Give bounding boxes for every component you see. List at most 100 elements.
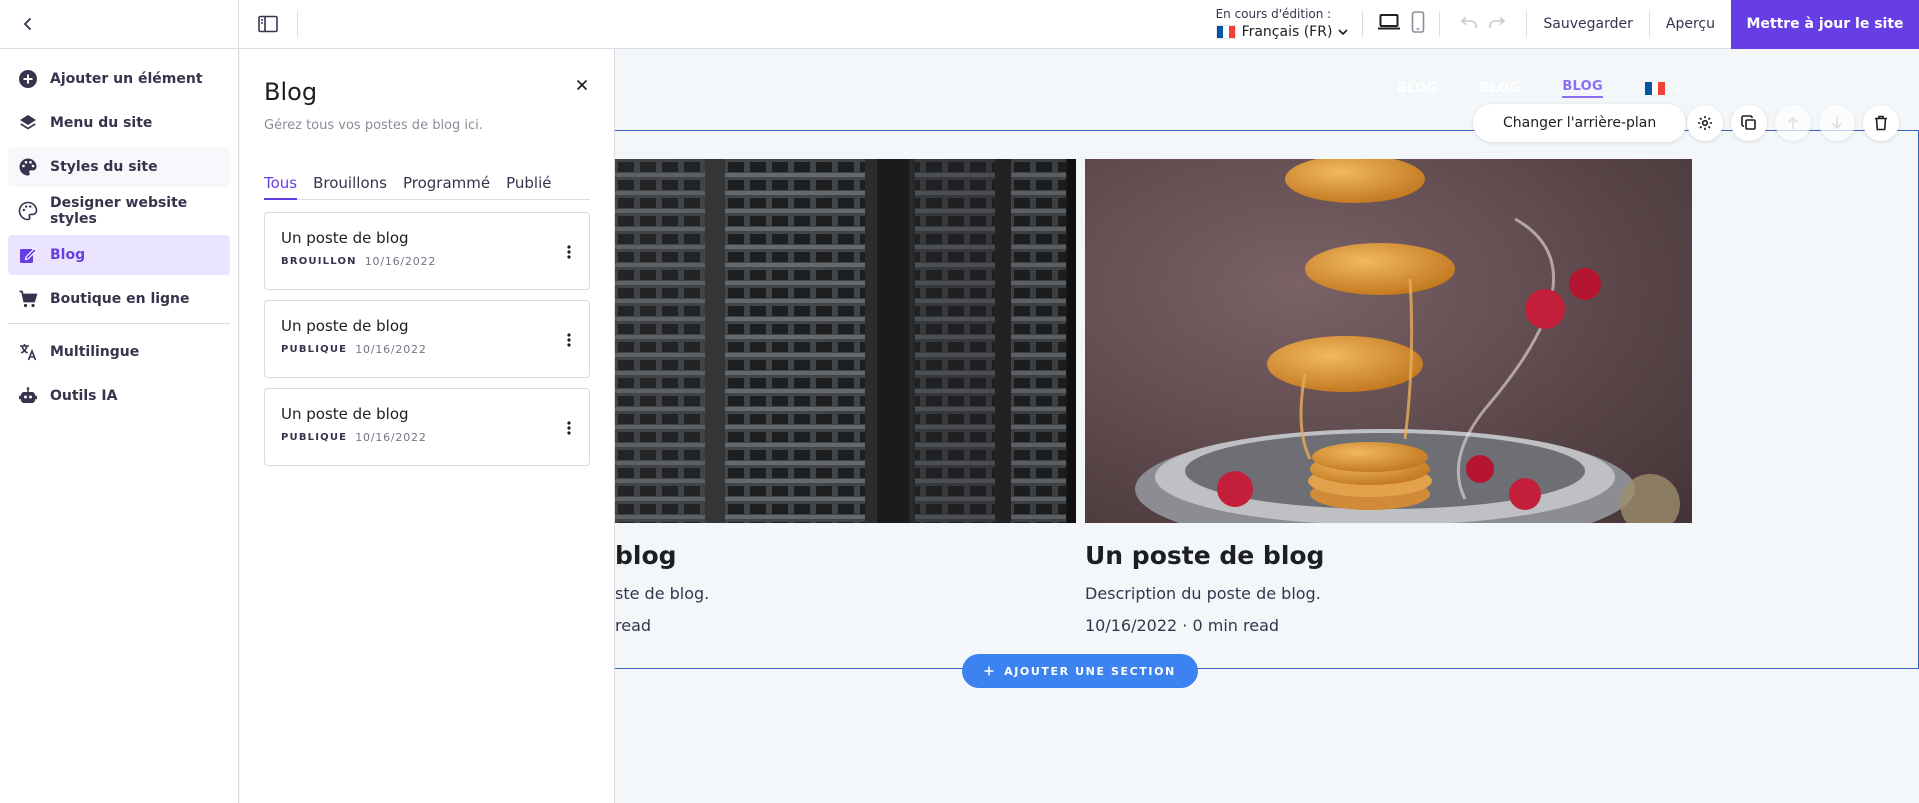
publish-button[interactable]: Mettre à jour le site <box>1731 0 1919 49</box>
back-button[interactable] <box>0 0 238 49</box>
preview-button[interactable]: Aperçu <box>1650 0 1731 48</box>
post-date: 10/16/2022 <box>355 431 427 444</box>
list-item[interactable]: Un poste de blog PUBLIQUE 10/16/2022 <box>264 300 590 378</box>
mobile-view-button[interactable] <box>1411 11 1425 37</box>
nav-link-current[interactable]: BLOG <box>1562 79 1603 98</box>
palette-icon <box>18 157 38 177</box>
blog-card-meta: 10/16/2022 · 0 min read <box>1085 616 1280 635</box>
redo-icon <box>1489 16 1506 28</box>
blog-card-image-pancakes[interactable] <box>1085 159 1692 523</box>
sidebar-item-label: Styles du site <box>50 159 158 175</box>
move-section-down-button[interactable] <box>1819 105 1855 141</box>
editing-caption: En cours d'édition : <box>1215 6 1332 21</box>
laptop-icon <box>1378 14 1401 30</box>
cart-icon <box>18 289 38 309</box>
sidebar-item-label: Boutique en ligne <box>50 291 190 307</box>
blog-card-title[interactable]: Un poste de blog <box>1085 540 1324 572</box>
add-section-button[interactable]: AJOUTER UNE SECTION <box>962 654 1198 688</box>
post-list: Un poste de blog BROUILLON 10/16/2022 Un… <box>264 212 590 466</box>
blog-card-description: ste de blog. <box>615 584 710 603</box>
chevron-left-icon <box>23 17 32 31</box>
undo-icon <box>1461 16 1478 28</box>
close-panel-button[interactable] <box>572 75 592 95</box>
post-status: BROUILLON <box>281 256 357 267</box>
post-date: 10/16/2022 <box>364 255 437 268</box>
panel-subtitle: Gérez tous vos postes de blog ici. <box>264 118 483 133</box>
site-canvas: BLOG BLOG BLOG Changer l'arrière-plan bl… <box>615 49 1919 803</box>
language-selector[interactable]: En cours d'édition : Français (FR) <box>1204 0 1363 48</box>
sidebar-item-label: Multilingue <box>50 344 140 360</box>
sidebar-item-online-store[interactable]: Boutique en ligne <box>8 279 230 319</box>
sidebar-item-blog[interactable]: Blog <box>8 235 230 275</box>
list-item[interactable]: Un poste de blog PUBLIQUE 10/16/2022 <box>264 388 590 466</box>
add-section-label: AJOUTER UNE SECTION <box>1004 664 1176 678</box>
building-image <box>615 159 1076 523</box>
undo-button[interactable] <box>1458 15 1478 34</box>
section-settings-button[interactable] <box>1687 105 1723 141</box>
chevron-down-icon <box>1673 85 1683 92</box>
blog-card-title[interactable]: blog <box>615 540 677 572</box>
sidebar-item-label: Blog <box>50 247 86 263</box>
sidebar-item-site-styles[interactable]: Styles du site <box>8 147 230 187</box>
top-toolbar: En cours d'édition : Français (FR) Sauve… <box>239 0 1919 49</box>
toggle-sidebar-button[interactable] <box>239 0 297 49</box>
post-status: PUBLIQUE <box>281 344 348 355</box>
chevron-down-icon <box>1338 28 1348 35</box>
tab-all[interactable]: Tous <box>264 173 298 200</box>
redo-button[interactable] <box>1488 15 1508 34</box>
edit-icon <box>18 245 38 265</box>
sidebar-menu: Ajouter un élément Menu du site Styles d… <box>0 49 238 416</box>
blog-card-description: Description du poste de blog. <box>1085 584 1321 603</box>
tab-scheduled[interactable]: Programmé <box>403 173 490 199</box>
sidebar-item-label: Ajouter un élément <box>50 71 203 87</box>
post-title: Un poste de blog <box>281 317 409 335</box>
tab-published[interactable]: Publié <box>506 173 551 199</box>
sidebar-layout-icon <box>258 15 278 33</box>
more-vertical-icon <box>567 245 571 259</box>
more-vertical-icon <box>567 421 571 435</box>
post-menu-button[interactable] <box>561 243 577 261</box>
nav-link[interactable]: BLOG <box>1397 81 1438 96</box>
robot-icon <box>18 386 38 406</box>
france-flag-icon <box>1644 82 1665 95</box>
toolbar-divider <box>297 11 298 37</box>
current-language: Français (FR) <box>1241 23 1333 40</box>
copy-icon <box>1741 115 1756 130</box>
blog-card-meta: read <box>615 616 652 635</box>
desktop-view-button[interactable] <box>1377 13 1401 35</box>
sidebar-item-site-menu[interactable]: Menu du site <box>8 103 230 143</box>
post-menu-button[interactable] <box>561 331 577 349</box>
sidebar-item-label: Menu du site <box>50 115 153 131</box>
duplicate-section-button[interactable] <box>1731 105 1767 141</box>
sidebar-item-label: Outils IA <box>50 388 118 404</box>
sidebar-item-designer-styles[interactable]: Designer website styles <box>8 191 230 231</box>
sidebar-item-label: Designer website styles <box>50 195 188 227</box>
move-section-up-button[interactable] <box>1775 105 1811 141</box>
sidebar-item-ai-tools[interactable]: Outils IA <box>8 376 230 416</box>
post-status: PUBLIQUE <box>281 432 348 443</box>
delete-section-button[interactable] <box>1863 105 1899 141</box>
site-language-switch[interactable] <box>1644 82 1683 95</box>
tab-drafts[interactable]: Brouillons <box>313 173 387 199</box>
sidebar-item-add-element[interactable]: Ajouter un élément <box>8 59 230 99</box>
plus-circle-icon <box>18 69 38 89</box>
site-navigation: BLOG BLOG BLOG <box>1397 79 1683 98</box>
arrow-up-icon <box>1787 116 1799 129</box>
post-menu-button[interactable] <box>561 419 577 437</box>
blog-card-image-building[interactable] <box>615 159 1076 523</box>
pancakes-image <box>1085 159 1692 523</box>
palette-outline-icon <box>18 201 38 221</box>
sidebar-item-multilingual[interactable]: Multilingue <box>8 332 230 372</box>
panel-title: Blog <box>264 78 318 106</box>
post-date: 10/16/2022 <box>355 343 427 356</box>
list-item[interactable]: Un poste de blog BROUILLON 10/16/2022 <box>264 212 590 290</box>
plus-icon <box>984 666 994 676</box>
france-flag-icon <box>1215 24 1236 39</box>
post-title: Un poste de blog <box>281 405 409 423</box>
translate-icon <box>18 342 38 362</box>
sidebar-divider <box>8 323 230 324</box>
change-background-button[interactable]: Changer l'arrière-plan <box>1473 104 1687 142</box>
save-button[interactable]: Sauvegarder <box>1527 0 1648 48</box>
nav-link[interactable]: BLOG <box>1480 81 1521 96</box>
left-sidebar: Ajouter un élément Menu du site Styles d… <box>0 0 239 803</box>
